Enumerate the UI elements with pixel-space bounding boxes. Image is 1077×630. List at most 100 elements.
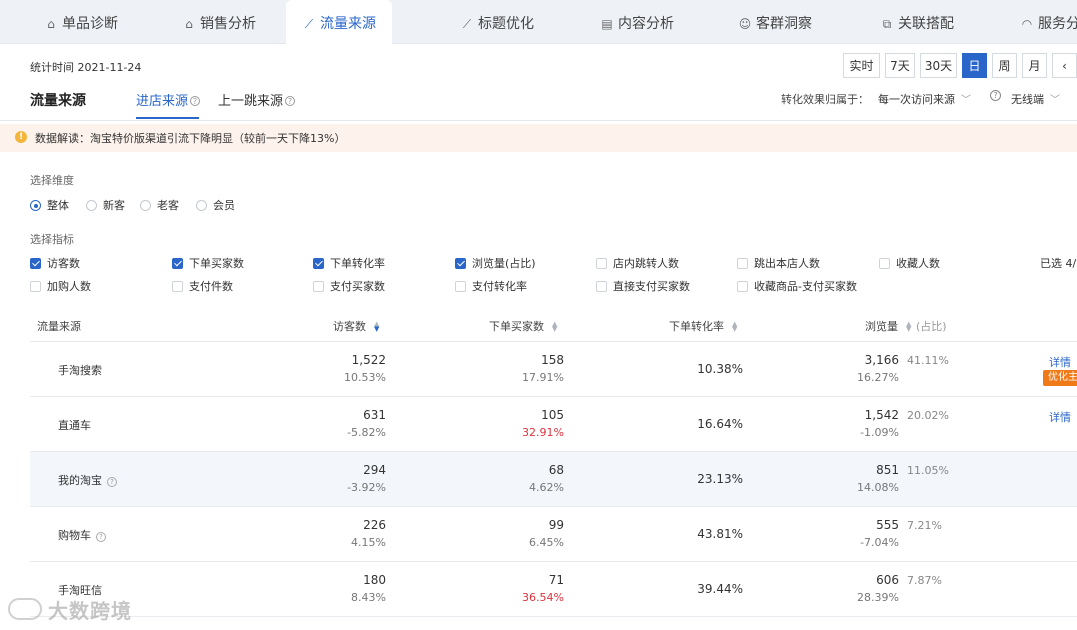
radio-label: 会员	[213, 199, 235, 212]
tab-item[interactable]: ☺ 客群洞察	[738, 0, 812, 44]
buyers-value: 71	[548, 573, 564, 587]
visitors-change: 4.15%	[351, 536, 386, 549]
dimension-radio[interactable]: 老客	[140, 197, 179, 213]
metric-checkbox[interactable]: 收藏商品-支付买家数	[737, 278, 857, 294]
detail-link[interactable]: 详情	[1049, 354, 1071, 370]
optimize-badge[interactable]: 优化主	[1043, 370, 1077, 386]
tab-item[interactable]: ⌂ 销售分析	[182, 0, 256, 44]
buyers-change: 6.45%	[529, 536, 564, 549]
col-header-buyers[interactable]: 下单买家数 ▲ ▼	[489, 318, 560, 334]
metric-checkbox[interactable]: 下单转化率	[313, 255, 385, 271]
col-header-visitors[interactable]: 访客数 ▲ ▼	[333, 318, 382, 334]
tab-item[interactable]: ▤ 内容分析	[600, 0, 674, 44]
col-header-pageviews[interactable]: 浏览量 ▲ ▼ (占比)	[865, 318, 947, 334]
checkbox-label: 跳出本店人数	[754, 257, 820, 270]
source-name-text: 手淘搜索	[58, 364, 102, 377]
dimension-radio[interactable]: 新客	[86, 197, 125, 213]
metric-checkbox[interactable]: 直接支付买家数	[596, 278, 690, 294]
subtab-previous-source[interactable]: 上一跳来源?	[218, 90, 296, 109]
tab-item[interactable]: ⌂ 单品诊断	[44, 0, 118, 44]
detail-link[interactable]: 详情	[1049, 409, 1071, 425]
attribution-select[interactable]: 每一次访问来源 ﹀	[878, 91, 971, 107]
visitors-value: 1,522	[351, 353, 386, 367]
stat-time: 统计时间 2021-11-24	[30, 61, 142, 74]
table-row[interactable]: 购物车? 226 4.15% 99 6.45% 43.81% 555 -7.04% 7.21%	[30, 507, 1077, 562]
checkbox-box	[596, 281, 607, 292]
metric-checkbox[interactable]: 跳出本店人数	[737, 255, 820, 271]
metric-checkbox[interactable]: 支付买家数	[313, 278, 385, 294]
checkbox-label: 收藏商品-支付买家数	[754, 280, 857, 293]
checkbox-label: 访客数	[47, 257, 80, 270]
radio-circle	[30, 200, 41, 211]
table-row[interactable]: 我的淘宝? 294 -3.92% 68 4.62% 23.13% 851 14.08% 11.0…	[30, 452, 1077, 507]
col-header-conversion[interactable]: 下单转化率 ▲ ▼	[669, 318, 740, 334]
conversion-value: 16.64%	[697, 417, 743, 431]
col-label: 访客数	[333, 320, 366, 333]
sort-icon[interactable]: ▲ ▼	[732, 321, 740, 333]
checkbox-box	[313, 258, 324, 269]
conversion-value: 43.81%	[697, 527, 743, 541]
metric-checkbox[interactable]: 支付件数	[172, 278, 233, 294]
help-icon[interactable]: ?	[96, 532, 106, 542]
sort-icon[interactable]: ▲ ▼	[374, 321, 382, 333]
checkbox-label: 店内跳转人数	[613, 257, 679, 270]
checkbox-label: 收藏人数	[896, 257, 940, 270]
metric-checkbox[interactable]: 加购人数	[30, 278, 91, 294]
dimension-radio[interactable]: 整体	[30, 197, 69, 213]
tab-label: 流量来源	[320, 16, 376, 32]
checkbox-label: 浏览量(占比)	[472, 257, 536, 270]
metric-checkbox[interactable]: 浏览量(占比)	[455, 255, 536, 271]
source-name-text: 购物车	[58, 529, 91, 542]
tab-item[interactable]: ⟋ 标题优化	[460, 0, 534, 44]
subtab-entry-source[interactable]: 进店来源?	[136, 90, 201, 109]
time-range-button[interactable]: 周	[992, 53, 1017, 78]
checkbox-box	[455, 281, 466, 292]
data-notice-bar: ! 数据解读：淘宝特价版渠道引流下降明显（较前一天下降13%）	[0, 124, 1077, 152]
buyers-change: 36.54%	[522, 591, 564, 604]
attribution-label: 转化效果归属于：	[781, 93, 869, 106]
metric-checkbox[interactable]: 下单买家数	[172, 255, 244, 271]
metric-checkbox[interactable]: 支付转化率	[455, 278, 527, 294]
sort-icon[interactable]: ▲ ▼	[906, 321, 914, 333]
table-row[interactable]: 手淘搜索 1,522 10.53% 158 17.91% 10.38% 3,166 16.27…	[30, 342, 1077, 397]
trend-chart-icon: ⟋	[304, 17, 314, 31]
time-range-button[interactable]: 实时	[843, 53, 880, 78]
time-range-button[interactable]: 7天	[885, 53, 915, 78]
sort-icon[interactable]: ▲ ▼	[552, 321, 560, 333]
help-icon[interactable]: ?	[285, 96, 296, 106]
tab-item[interactable]: ⟋ 流量来源	[286, 0, 392, 45]
pageviews-change: 28.39%	[857, 591, 899, 604]
table-row[interactable]: 直通车 631 -5.82% 105 32.91% 16.64% 1,542 -1.09% 20…	[30, 397, 1077, 452]
tab-item[interactable]: ◠ 服务分	[1020, 0, 1077, 44]
metric-checkbox[interactable]: 收藏人数	[879, 255, 940, 271]
checkbox-label: 支付买家数	[330, 280, 385, 293]
tab-label: 关联搭配	[898, 16, 954, 32]
selected-count: 已选 4/	[1040, 257, 1077, 270]
tab-label: 客群洞察	[756, 16, 812, 32]
time-range-button[interactable]: 月	[1022, 53, 1047, 78]
chevron-left-icon[interactable]: ‹	[1052, 53, 1077, 78]
visitors-change: -3.92%	[347, 481, 386, 494]
metric-checkbox[interactable]: 访客数	[30, 255, 80, 271]
source-name: 购物车?	[58, 527, 106, 543]
table-row[interactable]: 手淘旺信 180 8.43% 71 36.54% 39.44% 606 28.39% 7.87%	[30, 562, 1077, 617]
buyers-change: 32.91%	[522, 426, 564, 439]
time-range-button[interactable]: 30天	[920, 53, 957, 78]
tab-item[interactable]: ⧉ 关联搭配	[880, 0, 954, 44]
time-range-button[interactable]: 日	[962, 53, 987, 78]
help-icon[interactable]: ?	[190, 96, 201, 106]
tab-label: 单品诊断	[62, 16, 118, 32]
buyers-change: 4.62%	[529, 481, 564, 494]
line-chart-icon: ⟋	[462, 17, 472, 31]
notice-text: 数据解读：淘宝特价版渠道引流下降明显（较前一天下降13%）	[35, 132, 346, 145]
device-select[interactable]: 无线端 ﹀	[1011, 91, 1060, 107]
visitors-value: 226	[363, 518, 386, 532]
pageviews-value: 851	[876, 463, 899, 477]
dimension-radio[interactable]: 会员	[196, 197, 235, 213]
link-icon: ⧉	[882, 17, 892, 31]
help-icon[interactable]: ?	[990, 90, 1001, 101]
metric-checkbox[interactable]: 店内跳转人数	[596, 255, 679, 271]
help-icon[interactable]: ?	[107, 477, 117, 487]
headset-icon: ◠	[1021, 17, 1033, 31]
watermark: 大数跨境	[8, 596, 132, 623]
